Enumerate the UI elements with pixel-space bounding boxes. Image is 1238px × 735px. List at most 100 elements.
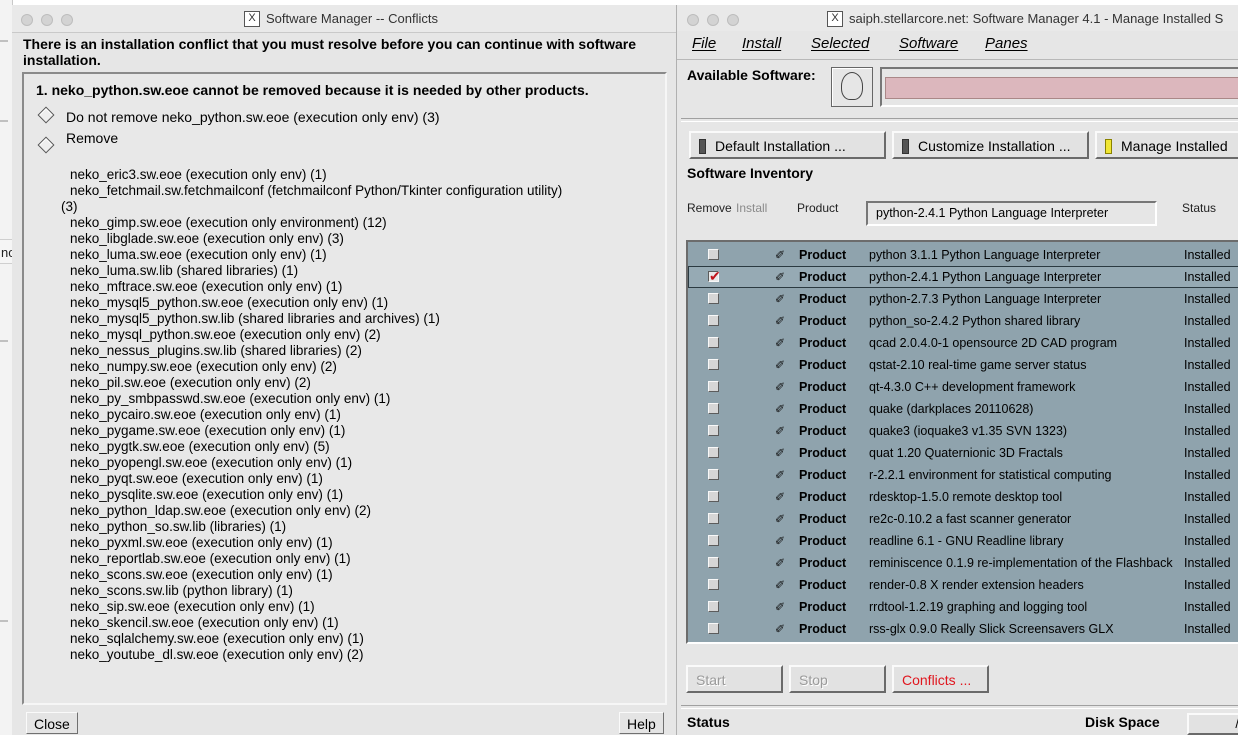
dependent-product-item: neko_mysql5_python.sw.eoe (execution onl… [70, 295, 389, 310]
remove-checkbox[interactable] [708, 535, 719, 546]
option-do-not-remove[interactable]: Do not remove neko_python.sw.eoe (execut… [37, 106, 440, 125]
remove-checkbox[interactable] [708, 491, 719, 502]
product-icon[interactable]: ✐ [775, 552, 785, 574]
table-row[interactable]: ✐ Product python-2.7.3 Python Language Int… [688, 288, 1238, 310]
dependent-product-item: neko_skencil.sw.eoe (execution only env)… [70, 615, 339, 630]
dependent-product-item: neko_fetchmail.sw.fetchmailconf (fetchma… [70, 183, 563, 198]
product-icon[interactable]: ✐ [775, 574, 785, 596]
menu-selected[interactable]: Selected [811, 35, 869, 52]
menu-software[interactable]: Software [899, 35, 958, 52]
remove-checkbox[interactable] [708, 601, 719, 612]
button-label: Stop [799, 672, 828, 688]
remove-checkbox[interactable] [708, 425, 719, 436]
table-row[interactable]: ✐ Product python-2.4.1 Python Language Int… [688, 265, 1238, 288]
menu-panes[interactable]: Panes [985, 35, 1028, 52]
row-type: Product [799, 534, 847, 548]
product-icon[interactable]: ✐ [775, 530, 785, 552]
minimize-window-icon[interactable] [707, 14, 719, 26]
close-window-icon[interactable] [21, 14, 33, 26]
remove-checkbox[interactable] [708, 403, 719, 414]
table-row[interactable]: ✐ Product qt-4.3.0 C++ development framewo… [688, 376, 1238, 398]
product-icon[interactable]: ✐ [775, 288, 785, 310]
customize-installation-button[interactable]: Customize Installation ... [892, 131, 1089, 159]
remove-checkbox[interactable] [708, 557, 719, 568]
conflicts-titlebar[interactable]: X Software Manager -- Conflicts [12, 5, 676, 33]
description-field[interactable]: python-2.4.1 Python Language Interpreter [866, 201, 1157, 226]
row-status: Installed [1184, 314, 1231, 328]
table-row[interactable]: ✐ Product re2c-0.10.2 a fast scanner gener… [688, 508, 1238, 530]
product-icon[interactable]: ✐ [775, 310, 785, 332]
remove-checkbox[interactable] [708, 513, 719, 524]
product-icon[interactable]: ✐ [775, 486, 785, 508]
remove-checkbox[interactable] [708, 359, 719, 370]
available-software-input[interactable] [885, 77, 1238, 99]
menu-file[interactable]: File [692, 35, 716, 52]
dependent-product-item: neko_scons.sw.eoe (execution only env) (… [70, 567, 333, 582]
table-row[interactable]: ✐ Product quake (darkplaces 20110628) Insta… [688, 398, 1238, 420]
row-type: Product [799, 490, 847, 504]
table-row[interactable]: ✐ Product rrdtool-1.2.19 graphing and logg… [688, 596, 1238, 618]
option-remove[interactable]: Remove [37, 130, 118, 154]
zoom-window-icon[interactable] [727, 14, 739, 26]
remove-checkbox[interactable] [708, 579, 719, 590]
manager-titlebar[interactable]: Xsaiph.stellarcore.net: Software Manager… [677, 5, 1238, 33]
conflicts-button[interactable]: Conflicts ... [892, 665, 989, 693]
row-description: quake3 (ioquake3 v1.35 SVN 1323) [869, 424, 1068, 438]
product-icon[interactable]: ✐ [775, 354, 785, 376]
default-installation-button[interactable]: Default Installation ... [689, 131, 886, 159]
product-icon[interactable]: ✐ [775, 420, 785, 442]
row-description: render-0.8 X render extension headers [869, 578, 1084, 592]
product-icon[interactable]: ✐ [775, 398, 785, 420]
disk-space-button[interactable]: / [1187, 713, 1238, 735]
product-icon[interactable]: ✐ [775, 596, 785, 618]
dependent-product-item: neko_pysqlite.sw.eoe (execution only env… [70, 487, 344, 502]
conflict-heading: There is an installation conflict that y… [23, 36, 636, 68]
remove-checkbox[interactable] [708, 469, 719, 480]
close-button[interactable]: Close [26, 712, 78, 734]
product-icon[interactable]: ✐ [775, 244, 785, 266]
zoom-window-icon[interactable] [61, 14, 73, 26]
table-row[interactable]: ✐ Product readline 6.1 - GNU Readline libr… [688, 530, 1238, 552]
remove-checkbox[interactable] [708, 265, 721, 287]
product-icon[interactable]: ✐ [775, 442, 785, 464]
remove-checkbox[interactable] [708, 381, 719, 392]
table-row[interactable]: ✐ Product rss-glx 0.9.0 Really Slick Scree… [688, 618, 1238, 640]
radio-diamond-icon[interactable] [37, 136, 55, 154]
close-window-icon[interactable] [687, 14, 699, 26]
source-browse-button[interactable] [831, 67, 873, 107]
remove-checkbox[interactable] [708, 623, 719, 634]
table-row[interactable]: ✐ Product qcad 2.0.4.0-1 opensource 2D CAD… [688, 332, 1238, 354]
product-icon[interactable]: ✐ [775, 266, 785, 288]
menu-install[interactable]: Install [742, 35, 781, 52]
table-row[interactable]: ✐ Product python_so-2.4.2 Python shared li… [688, 310, 1238, 332]
dependent-product-item: neko_gimp.sw.eoe (execution only environ… [70, 215, 387, 230]
remove-checkbox[interactable] [708, 447, 719, 458]
product-icon[interactable]: ✐ [775, 332, 785, 354]
remove-checkbox[interactable] [708, 249, 719, 260]
product-icon[interactable]: ✐ [775, 508, 785, 530]
table-row[interactable]: ✐ Product rdesktop-1.5.0 remote desktop to… [688, 486, 1238, 508]
column-product: Product [797, 201, 839, 215]
remove-checkbox[interactable] [708, 337, 719, 348]
remove-checkbox[interactable] [708, 293, 719, 304]
radio-diamond-icon[interactable] [37, 106, 55, 124]
minimize-window-icon[interactable] [41, 14, 53, 26]
table-row[interactable]: ✐ Product python 3.1.1 Python Language Int… [688, 244, 1238, 266]
remove-checkbox[interactable] [708, 315, 719, 326]
table-row[interactable]: ✐ Product qstat-2.10 real-time game server… [688, 354, 1238, 376]
available-software-field[interactable] [880, 67, 1238, 107]
row-status: Installed [1184, 248, 1231, 262]
help-button[interactable]: Help [619, 712, 664, 734]
start-button[interactable]: Start [686, 665, 783, 693]
manage-installed-button[interactable]: Manage Installed [1095, 131, 1238, 159]
product-icon[interactable]: ✐ [775, 376, 785, 398]
table-row[interactable]: ✐ Product quat 1.20 Quaternionic 3D Fracta… [688, 442, 1238, 464]
table-row[interactable]: ✐ Product render-0.8 X render extension he… [688, 574, 1238, 596]
table-row[interactable]: ✐ Product quake3 (ioquake3 v1.35 SVN 1323)… [688, 420, 1238, 442]
stop-button[interactable]: Stop [789, 665, 886, 693]
product-icon[interactable]: ✐ [775, 618, 785, 640]
table-row[interactable]: ✐ Product r-2.2.1 environment for statisti… [688, 464, 1238, 486]
row-description: python-2.4.1 Python Language Interpreter [869, 270, 1102, 284]
product-icon[interactable]: ✐ [775, 464, 785, 486]
table-row[interactable]: ✐ Product reminiscence 0.1.9 re-implementa… [688, 552, 1238, 574]
